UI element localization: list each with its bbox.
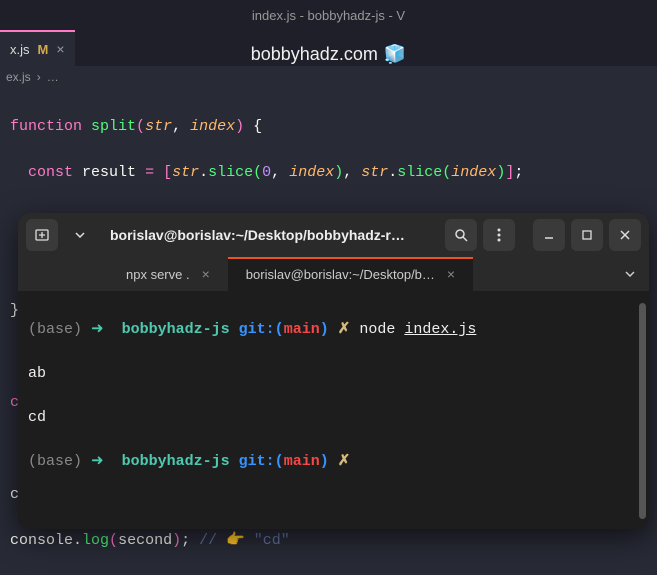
chevron-down-icon[interactable] bbox=[64, 219, 96, 251]
terminal-tab-bar: npx serve . × borislav@borislav:~/Deskto… bbox=[18, 257, 649, 291]
vscode-titlebar: index.js - bobbyhadz-js - V bbox=[0, 0, 657, 30]
terminal-title: borislav@borislav:~/Desktop/bobbyhadz-r… bbox=[102, 227, 439, 243]
editor-tab-indexjs[interactable]: x.js M × bbox=[0, 30, 75, 66]
terminal-tab-serve[interactable]: npx serve . × bbox=[108, 257, 228, 291]
tab-filename: x.js bbox=[10, 42, 30, 57]
new-tab-button[interactable] bbox=[26, 219, 58, 251]
terminal-line: ab bbox=[28, 363, 639, 385]
tab-modified-indicator: M bbox=[38, 42, 49, 57]
terminal-line: cd bbox=[28, 407, 639, 429]
menu-button[interactable] bbox=[483, 219, 515, 251]
terminal-tab-label: npx serve . bbox=[126, 267, 190, 282]
terminal-window: borislav@borislav:~/Desktop/bobbyhadz-r…… bbox=[18, 213, 649, 529]
titlebar-text: index.js - bobbyhadz-js - V bbox=[252, 8, 405, 23]
search-button[interactable] bbox=[445, 219, 477, 251]
code-line: console.log(second); // 👉️ "cd" bbox=[10, 529, 657, 552]
code-line: const result = [str.slice(0, index), str… bbox=[10, 161, 657, 184]
close-icon[interactable]: × bbox=[56, 41, 64, 57]
terminal-tab-shell[interactable]: borislav@borislav:~/Desktop/b… × bbox=[228, 257, 473, 291]
breadcrumb-more: … bbox=[47, 70, 59, 84]
close-icon[interactable]: × bbox=[202, 266, 210, 282]
watermark: bobbyhadz.com 🧊 bbox=[251, 44, 407, 65]
breadcrumb[interactable]: ex.js › … bbox=[0, 66, 657, 92]
terminal-line: (base) ➜ bobbyhadz-js git:(main) ✗ node … bbox=[28, 319, 639, 341]
terminal-header: borislav@borislav:~/Desktop/bobbyhadz-r… bbox=[18, 213, 649, 257]
chevron-right-icon: › bbox=[37, 70, 41, 84]
watermark-text: bobbyhadz.com bbox=[251, 44, 378, 65]
close-button[interactable] bbox=[609, 219, 641, 251]
terminal-tab-label: borislav@borislav:~/Desktop/b… bbox=[246, 267, 435, 282]
breadcrumb-file: ex.js bbox=[6, 70, 31, 84]
terminal-line: (base) ➜ bobbyhadz-js git:(main) ✗ bbox=[28, 451, 639, 473]
terminal-output[interactable]: (base) ➜ bobbyhadz-js git:(main) ✗ node … bbox=[18, 291, 649, 529]
chevron-down-icon[interactable] bbox=[611, 257, 649, 291]
scrollbar[interactable] bbox=[639, 303, 646, 519]
close-icon[interactable]: × bbox=[447, 266, 455, 282]
code-line: function split(str, index) { bbox=[10, 115, 657, 138]
maximize-button[interactable] bbox=[571, 219, 603, 251]
minimize-button[interactable] bbox=[533, 219, 565, 251]
cube-icon: 🧊 bbox=[384, 44, 406, 65]
